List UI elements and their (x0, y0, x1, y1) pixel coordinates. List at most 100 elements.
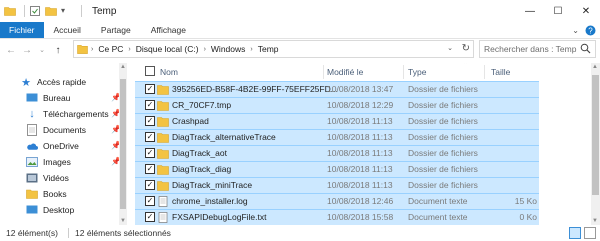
tab-partage[interactable]: Partage (91, 22, 141, 38)
table-row[interactable]: ✓ DiagTrack_aot 10/08/2018 11:13 Dossier de… (135, 145, 539, 161)
nav-item-books[interactable]: Books (26, 186, 67, 202)
column-divider[interactable] (403, 65, 404, 79)
documents-icon (26, 124, 38, 136)
properties-icon[interactable] (29, 5, 41, 17)
forward-button[interactable]: → (20, 42, 34, 58)
folder-icon (4, 7, 16, 16)
nav-item-desktop[interactable]: Desktop (26, 202, 74, 218)
large-icons-view-button[interactable] (584, 227, 596, 239)
table-row[interactable]: ✓ DiagTrack_miniTrace 10/08/2018 11:13 Doss… (135, 177, 539, 193)
row-checkbox[interactable]: ✓ (145, 164, 155, 174)
nav-item-label: Desktop (43, 205, 75, 215)
nav-item-label: Accès rapide (37, 77, 87, 87)
breadcrumb-disque-local[interactable]: Disque local (C:) (136, 44, 199, 54)
item-count: 12 élément(s) (6, 228, 58, 238)
row-checkbox[interactable]: ✓ (145, 132, 155, 142)
help-icon[interactable]: ? (585, 25, 596, 36)
folder-icon (77, 45, 88, 54)
column-size[interactable]: Taille (491, 63, 510, 80)
nav-item-telechargements[interactable]: ↓ Téléchargements (26, 106, 109, 122)
chevron-right-icon[interactable]: › (128, 46, 130, 53)
nav-item-acces-rapide[interactable]: ★ Accès rapide (20, 74, 86, 90)
file-name: FXSAPIDebugLogFile.txt (172, 212, 267, 222)
nav-item-images[interactable]: Images (26, 154, 71, 170)
row-checkbox[interactable]: ✓ (145, 84, 155, 94)
window-controls: — ☐ ✕ (516, 0, 600, 22)
breadcrumb-ce-pc[interactable]: Ce PC (98, 44, 123, 54)
nav-item-bureau[interactable]: Bureau (26, 90, 70, 106)
file-size: 15 Ko (514, 196, 537, 206)
scroll-up-icon[interactable]: ▲ (592, 64, 598, 70)
scroll-down-icon[interactable]: ▼ (120, 218, 126, 224)
table-row[interactable]: ✓ chrome_installer.log 10/08/2018 12:46 Doc… (135, 193, 539, 209)
maximize-button[interactable]: ☐ (544, 0, 572, 22)
table-row[interactable]: ✓ 395256ED-B58F-4B2E-99FF-75EFF25FD... 10/… (135, 81, 539, 97)
tab-affichage[interactable]: Affichage (141, 22, 196, 38)
navigation-pane-scrollbar[interactable]: ▲ ▼ (119, 63, 127, 225)
chevron-right-icon[interactable]: › (204, 46, 206, 53)
table-row[interactable]: ✓ DiagTrack_diag 10/08/2018 11:13 Dossier d… (135, 161, 539, 177)
column-type[interactable]: Type (408, 63, 426, 80)
address-bar[interactable]: › Ce PC › Disque local (C:) › Windows › … (73, 40, 474, 58)
minimize-button[interactable]: — (516, 0, 544, 22)
file-name: chrome_installer.log (172, 196, 248, 206)
breadcrumb-windows[interactable]: Windows (211, 44, 245, 54)
row-checkbox[interactable]: ✓ (145, 116, 155, 126)
table-row[interactable]: ✓ Crashpad 10/08/2018 11:13 Dossier de fich… (135, 113, 539, 129)
selected-count: 12 éléments sélectionnés (75, 228, 171, 238)
nav-item-label: Vidéos (43, 173, 69, 183)
file-type: Document texte (408, 212, 468, 222)
chevron-right-icon[interactable]: › (250, 46, 252, 53)
row-checkbox[interactable]: ✓ (145, 180, 155, 190)
images-icon (26, 156, 38, 168)
details-view-button[interactable] (569, 227, 581, 239)
breadcrumb-temp[interactable]: Temp (258, 44, 279, 54)
file-type: Dossier de fichiers (408, 84, 478, 94)
separator (24, 5, 25, 17)
select-all-checkbox[interactable] (145, 66, 155, 76)
back-button[interactable]: ← (4, 42, 18, 58)
column-name[interactable]: Nom (160, 63, 178, 80)
scrollbar-thumb[interactable] (592, 75, 599, 195)
download-icon: ↓ (29, 108, 35, 120)
column-modified[interactable]: Modifié le (327, 63, 363, 80)
expand-ribbon-icon[interactable]: ⌄ (572, 26, 579, 35)
column-divider[interactable] (323, 65, 324, 79)
chevron-down-icon[interactable]: ⌄ (447, 44, 453, 52)
up-button[interactable]: ↑ (51, 42, 65, 58)
row-checkbox[interactable]: ✓ (145, 212, 155, 222)
row-checkbox[interactable]: ✓ (145, 148, 155, 158)
new-folder-icon[interactable] (45, 5, 57, 17)
table-row[interactable]: ✓ DiagTrack_alternativeTrace 10/08/2018 11… (135, 129, 539, 145)
refresh-icon[interactable]: ↻ (462, 43, 470, 54)
file-name: 395256ED-B58F-4B2E-99FF-75EFF25FD... (172, 84, 338, 94)
navigation-bar: ← → ⌄ ↑ › Ce PC › Disque local (C:) › Wi… (0, 40, 600, 60)
file-name: DiagTrack_aot (172, 148, 227, 158)
video-icon (26, 172, 38, 184)
file-list-scrollbar[interactable]: ▲ ▼ (591, 63, 600, 225)
table-row[interactable]: ✓ FXSAPIDebugLogFile.txt 10/08/2018 15:58 D… (135, 209, 539, 225)
scrollbar-thumb[interactable] (120, 79, 126, 209)
table-row[interactable]: ✓ CR_70CF7.tmp 10/08/2018 12:29 Dossier de … (135, 97, 539, 113)
file-modified: 10/08/2018 11:13 (327, 180, 393, 190)
search-input[interactable]: Rechercher dans : Temp (479, 40, 596, 58)
row-checkbox[interactable]: ✓ (145, 100, 155, 110)
tab-fichier[interactable]: Fichier (0, 22, 44, 38)
file-name: DiagTrack_diag (172, 164, 232, 174)
nav-item-onedrive[interactable]: OneDrive (26, 138, 79, 154)
column-divider[interactable] (484, 65, 485, 79)
scroll-down-icon[interactable]: ▼ (592, 218, 598, 224)
folder-icon (157, 85, 169, 95)
scroll-up-icon[interactable]: ▲ (120, 64, 126, 70)
close-button[interactable]: ✕ (572, 0, 600, 22)
tab-accueil[interactable]: Accueil (44, 22, 91, 38)
customize-quick-access-icon[interactable]: ▾ (61, 5, 73, 17)
file-type: Dossier de fichiers (408, 164, 478, 174)
recent-locations-button[interactable]: ⌄ (35, 42, 49, 58)
chevron-right-icon[interactable]: › (91, 46, 93, 53)
nav-item-documents[interactable]: Documents (26, 122, 86, 138)
nav-item-label: Téléchargements (43, 109, 109, 119)
text-file-icon (158, 212, 168, 223)
nav-item-videos[interactable]: Vidéos (26, 170, 69, 186)
row-checkbox[interactable]: ✓ (145, 196, 155, 206)
